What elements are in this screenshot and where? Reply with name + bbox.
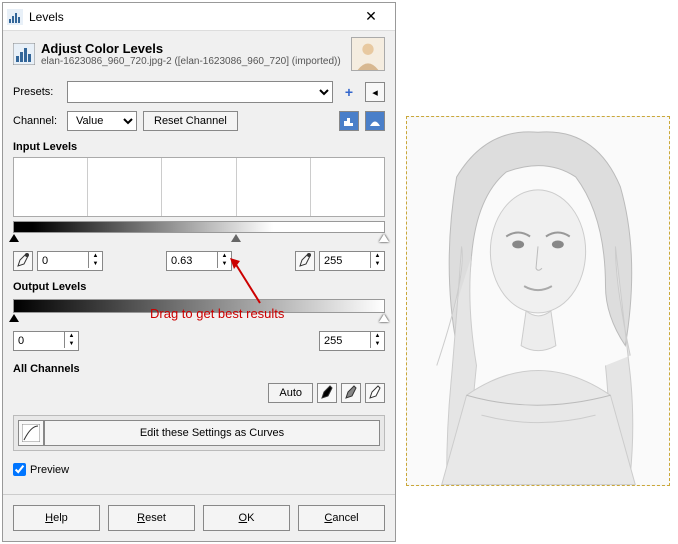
image-thumbnail xyxy=(351,37,385,71)
edit-as-curves-button[interactable]: Edit these Settings as Curves xyxy=(44,420,380,446)
spin-up[interactable]: ▲ xyxy=(88,252,102,260)
preview-checkbox[interactable] xyxy=(13,463,26,476)
black-point-slider[interactable] xyxy=(9,234,19,242)
spin-down[interactable]: ▼ xyxy=(217,260,231,268)
input-high-field[interactable] xyxy=(320,252,370,270)
output-low-field[interactable] xyxy=(14,332,64,350)
output-high-field[interactable] xyxy=(320,332,370,350)
input-low-field[interactable] xyxy=(38,252,88,270)
reset-button[interactable]: Reset xyxy=(108,505,195,531)
spin-down[interactable]: ▼ xyxy=(370,340,384,348)
white-point-slider[interactable] xyxy=(379,234,389,242)
preset-menu-button[interactable]: ◂ xyxy=(365,82,385,102)
linear-histogram-icon[interactable] xyxy=(339,111,359,131)
input-gamma-field[interactable] xyxy=(167,252,217,270)
input-levels-label: Input Levels xyxy=(3,135,395,155)
spin-down[interactable]: ▼ xyxy=(88,260,102,268)
presets-label: Presets: xyxy=(13,86,61,98)
input-gradient[interactable] xyxy=(13,221,385,233)
output-low-slider[interactable] xyxy=(9,314,19,322)
all-channels-label: All Channels xyxy=(3,357,395,377)
annotation-text: Drag to get best results xyxy=(150,306,284,321)
dialog-filename: elan-1623086_960_720.jpg-2 ([elan-162308… xyxy=(41,56,351,67)
help-button[interactable]: Help xyxy=(13,505,100,531)
cancel-button[interactable]: Cancel xyxy=(298,505,385,531)
auto-button[interactable]: Auto xyxy=(268,383,313,403)
preview-checkbox-label[interactable]: Preview xyxy=(13,463,69,476)
levels-icon xyxy=(13,43,35,65)
spin-up[interactable]: ▲ xyxy=(370,332,384,340)
channel-label: Channel: xyxy=(13,115,61,127)
input-levels-values: ▲▼ ▲▼ ▲▼ xyxy=(3,233,395,275)
spin-down[interactable]: ▼ xyxy=(64,340,78,348)
black-eyedropper-button[interactable] xyxy=(13,251,33,271)
image-canvas xyxy=(406,116,670,486)
app-icon xyxy=(7,9,23,25)
spin-up[interactable]: ▲ xyxy=(370,252,384,260)
channel-row: Channel: Value Reset Channel xyxy=(3,107,395,135)
close-button[interactable]: ✕ xyxy=(351,8,391,25)
ok-button[interactable]: OK xyxy=(203,505,290,531)
presets-select[interactable] xyxy=(67,81,333,103)
curves-row: Edit these Settings as Curves xyxy=(13,415,385,451)
white-eyedropper-button[interactable] xyxy=(295,251,315,271)
window-title: Levels xyxy=(29,10,351,24)
pick-black-eyedropper[interactable] xyxy=(317,383,337,403)
curves-icon[interactable] xyxy=(18,420,44,446)
channel-select[interactable]: Value xyxy=(67,111,137,131)
preview-row: Preview xyxy=(3,457,395,485)
all-channels-row: Auto xyxy=(3,377,395,409)
spin-up[interactable]: ▲ xyxy=(64,332,78,340)
pick-white-eyedropper[interactable] xyxy=(365,383,385,403)
presets-row: Presets: + ◂ xyxy=(3,77,395,107)
histogram xyxy=(13,157,385,217)
output-levels-label: Output Levels xyxy=(3,275,395,295)
output-high-slider[interactable] xyxy=(379,314,389,322)
annotation-arrow-icon xyxy=(230,258,270,308)
add-preset-button[interactable]: + xyxy=(339,82,359,102)
titlebar: Levels ✕ xyxy=(3,3,395,31)
dialog-header: Adjust Color Levels elan-1623086_960_720… xyxy=(3,31,395,77)
levels-dialog: Levels ✕ Adjust Color Levels elan-162308… xyxy=(2,2,396,542)
spin-down[interactable]: ▼ xyxy=(370,260,384,268)
pick-gray-eyedropper[interactable] xyxy=(341,383,361,403)
spin-up[interactable]: ▲ xyxy=(217,252,231,260)
log-histogram-icon[interactable] xyxy=(365,111,385,131)
dialog-title: Adjust Color Levels xyxy=(41,41,351,56)
gamma-slider[interactable] xyxy=(231,234,241,242)
reset-channel-button[interactable]: Reset Channel xyxy=(143,111,238,131)
dialog-footer: Help Reset OK Cancel xyxy=(3,494,395,541)
